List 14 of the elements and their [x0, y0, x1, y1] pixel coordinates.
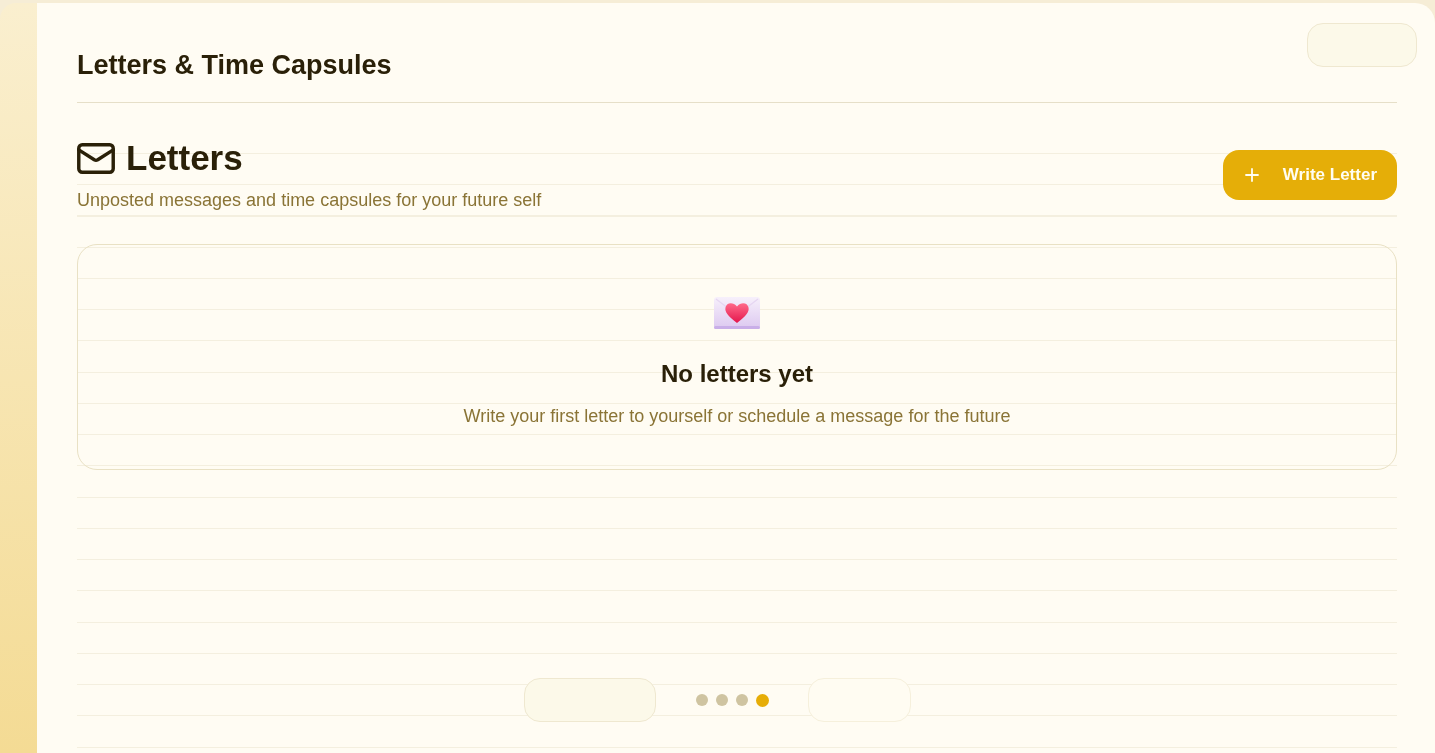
plus-icon	[1244, 167, 1259, 182]
write-letter-button[interactable]: Write Letter	[1222, 149, 1397, 200]
page-dot[interactable]	[755, 693, 769, 707]
section-title: Letters	[126, 138, 243, 178]
page-dot[interactable]	[695, 694, 708, 706]
page-title: Letters & Time Capsules	[77, 50, 392, 80]
page-dot[interactable]	[735, 694, 748, 706]
empty-state-message: Write your first letter to yourself or schedule a message for the future	[463, 405, 1011, 428]
envelope-icon	[77, 142, 115, 174]
pager-button[interactable]	[523, 678, 656, 722]
section-subtitle: Unposted messages and time capsules for your future self	[77, 189, 542, 211]
page-dot[interactable]	[715, 694, 728, 706]
empty-state-title: No letters yet	[660, 359, 814, 389]
blank-button[interactable]	[1307, 23, 1417, 67]
